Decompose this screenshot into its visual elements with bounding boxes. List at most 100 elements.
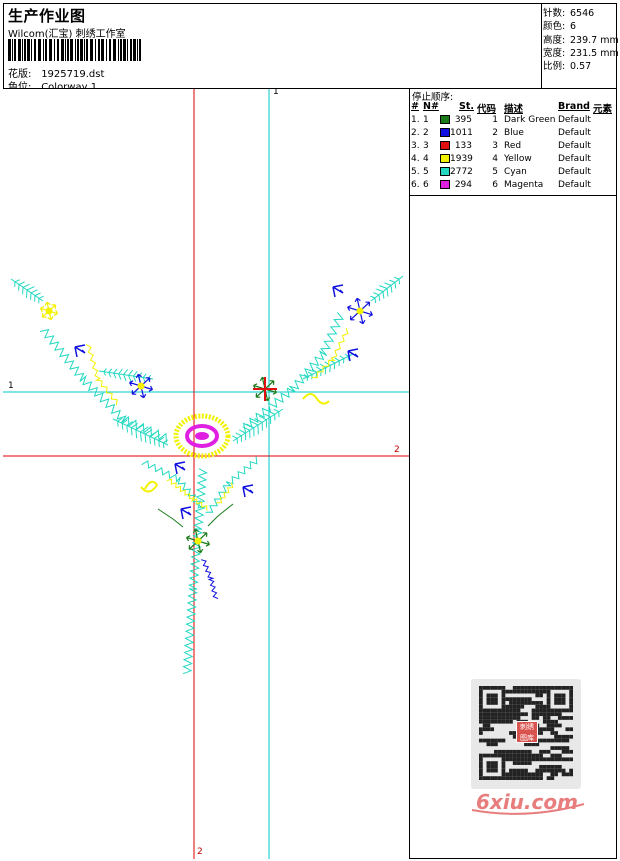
blue-spur bbox=[180, 506, 192, 520]
page-title: 生产作业图 bbox=[8, 7, 86, 25]
row-desc: Cyan bbox=[504, 167, 527, 177]
stop-sequence-row[interactable]: 6. 6 294 6 Magenta Default bbox=[410, 180, 617, 193]
central-flower-core bbox=[195, 432, 209, 440]
vine-left bbox=[39, 328, 167, 443]
row-desc: Magenta bbox=[504, 180, 544, 190]
col-header-brand: Brand bbox=[558, 101, 590, 112]
blue-spur bbox=[242, 484, 254, 498]
stat-width: 宽度: 231.5 mm bbox=[543, 47, 619, 59]
row-num: 1. bbox=[411, 115, 420, 125]
row-num: 5. bbox=[411, 167, 420, 177]
row-num: 3. bbox=[411, 141, 420, 151]
color-swatch bbox=[440, 128, 450, 137]
stat-height: 高度: 239.7 mm bbox=[543, 34, 619, 46]
row-stitches: 1939 bbox=[450, 154, 473, 164]
yellow-petal bbox=[140, 480, 159, 493]
axis-label-v2: 2 bbox=[197, 847, 203, 857]
row-stitches: 133 bbox=[454, 141, 472, 151]
blue-star-flower-center bbox=[356, 307, 364, 315]
row-num: 2. bbox=[411, 128, 420, 138]
col-header-stitches: St. bbox=[459, 101, 474, 112]
row-stitches: 1011 bbox=[450, 128, 473, 138]
blue-star-flower-center bbox=[137, 382, 145, 390]
fern-leaf bbox=[98, 368, 154, 383]
yellow-petal bbox=[302, 393, 330, 405]
axis-label-v1: 1 bbox=[273, 89, 279, 97]
col-header-desc: 描述 bbox=[504, 104, 524, 115]
stats-panel: 针数: 6546 颜色: 6 高度: 239.7 mm 宽度: 231.5 mm 比例:… bbox=[542, 3, 619, 89]
stop-sequence-row[interactable]: 2. 2 1011 2 Blue Default bbox=[410, 128, 617, 141]
vine-lower-left bbox=[141, 460, 206, 509]
row-brand: Default bbox=[558, 115, 591, 125]
fern-leaf bbox=[370, 275, 404, 304]
embroidery-preview bbox=[3, 89, 409, 859]
barcode-image bbox=[8, 39, 141, 61]
header-panel: 生产作业图 Wilcom(汇宝) 刺绣工作室 花版: 1925719.dst 色… bbox=[3, 3, 542, 93]
green-star-flower-center bbox=[194, 537, 202, 545]
row-needle: 6 bbox=[423, 180, 429, 190]
stat-colors: 颜色: 6 bbox=[543, 21, 577, 33]
row-code: 4 bbox=[492, 154, 498, 164]
blue-spur bbox=[332, 284, 344, 298]
row-code: 5 bbox=[492, 167, 498, 177]
row-brand: Default bbox=[558, 141, 591, 151]
row-code: 2 bbox=[492, 128, 498, 138]
row-brand: Default bbox=[558, 154, 591, 164]
col-header-num: # bbox=[411, 101, 419, 112]
yellow-star-flower-center bbox=[45, 307, 53, 315]
vine-lower-right bbox=[205, 456, 258, 513]
stop-sequence-row[interactable]: 5. 5 2772 5 Cyan Default bbox=[410, 167, 617, 180]
axis-label-h1: 1 bbox=[8, 381, 14, 391]
row-stitches: 294 bbox=[454, 180, 472, 190]
watermark-text: 6xiu.com bbox=[476, 790, 578, 814]
row-code: 3 bbox=[492, 141, 498, 151]
row-code: 6 bbox=[492, 180, 498, 190]
qr-badge: 刺绣 图库 bbox=[516, 721, 538, 743]
row-stitches: 395 bbox=[454, 115, 472, 125]
row-desc: Dark Green bbox=[504, 115, 556, 125]
row-brand: Default bbox=[558, 180, 591, 190]
stop-sequence-row[interactable]: 4. 4 1939 4 Yellow Default bbox=[410, 154, 617, 167]
fern-leaf bbox=[112, 417, 169, 449]
col-header-code: 代码 bbox=[477, 104, 497, 115]
col-header-needle: N# bbox=[423, 101, 439, 112]
row-desc: Blue bbox=[504, 128, 524, 138]
stop-sequence-row[interactable]: 1. 1 395 1 Dark Green Default bbox=[410, 115, 617, 128]
row-num: 4. bbox=[411, 154, 420, 164]
fern-leaf bbox=[10, 278, 44, 304]
row-needle: 5 bbox=[423, 167, 429, 177]
color-swatch bbox=[440, 154, 450, 163]
green-sprig bbox=[157, 503, 234, 528]
stop-sequence-row[interactable]: 3. 3 133 3 Red Default bbox=[410, 141, 617, 154]
row-brand: Default bbox=[558, 167, 591, 177]
fern-leaf bbox=[302, 353, 354, 381]
blue-spur bbox=[74, 344, 86, 358]
row-code: 1 bbox=[492, 115, 498, 125]
vine-right bbox=[242, 312, 345, 433]
row-num: 6. bbox=[411, 180, 420, 190]
color-swatch bbox=[440, 167, 450, 176]
color-swatch bbox=[440, 180, 450, 189]
blue-spur bbox=[347, 348, 359, 362]
embroidery-motif bbox=[10, 275, 404, 675]
row-desc: Yellow bbox=[504, 154, 532, 164]
row-stitches: 2772 bbox=[450, 167, 473, 177]
row-needle: 3 bbox=[423, 141, 429, 151]
row-needle: 1 bbox=[423, 115, 429, 125]
design-canvas[interactable]: 1 1 2 2 bbox=[3, 89, 410, 859]
stat-stitches: 针数: 6546 bbox=[543, 8, 595, 19]
row-needle: 2 bbox=[423, 128, 429, 138]
qr-code-watermark: 刺绣 图库 bbox=[471, 679, 581, 789]
stop-sequence-table: 停止顺序: # N# St. 代码 描述 Brand 元素 1. 1 395 1 Dar… bbox=[410, 89, 617, 196]
stat-scale: 比例: 0.57 bbox=[543, 61, 592, 73]
company-name: Wilcom(汇宝) 刺绣工作室 bbox=[8, 29, 126, 40]
col-header-element: 元素 bbox=[593, 104, 613, 115]
row-desc: Red bbox=[504, 141, 522, 151]
blue-stroke bbox=[200, 559, 219, 599]
row-brand: Default bbox=[558, 128, 591, 138]
axis-label-h2: 2 bbox=[394, 445, 400, 455]
blue-spur bbox=[174, 461, 186, 475]
color-swatch bbox=[440, 141, 450, 150]
row-needle: 4 bbox=[423, 154, 429, 164]
color-swatch bbox=[440, 115, 450, 124]
